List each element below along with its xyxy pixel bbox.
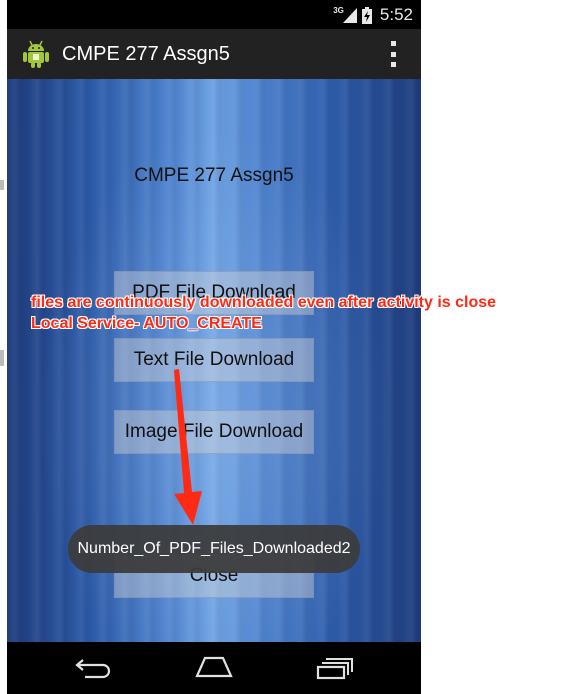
action-bar: CMPE 277 Assgn5	[7, 29, 421, 79]
status-bar: 3G 5:52	[7, 0, 421, 29]
navigation-bar	[7, 642, 421, 694]
image-download-button[interactable]: Image File Download	[114, 410, 314, 454]
app-title: CMPE 277 Assgn5	[62, 42, 230, 65]
annotation-line-1: files are continuously downloaded even a…	[31, 294, 497, 311]
overflow-menu-icon[interactable]	[391, 41, 397, 67]
recents-icon[interactable]	[316, 654, 356, 680]
page-heading: CMPE 277 Assgn5	[134, 165, 294, 186]
annotation-text: files are continuously downloaded even a…	[31, 292, 496, 334]
phone-screen: 3G 5:52 CMPE 277 Assgn5 CMPE 277 Assgn5 …	[7, 0, 421, 694]
annotation-line-2: Local Service- AUTO_CREATE	[31, 315, 262, 332]
signal-icon	[342, 7, 357, 23]
home-icon[interactable]	[193, 654, 235, 680]
clock: 5:52	[379, 5, 413, 24]
back-icon[interactable]	[73, 654, 113, 680]
battery-icon	[361, 6, 372, 24]
text-download-button[interactable]: Text File Download	[114, 338, 314, 382]
toast-message: Number_Of_PDF_Files_Downloaded2	[68, 525, 360, 573]
network-type: 3G	[333, 5, 344, 15]
left-edge-mark	[0, 180, 4, 190]
left-edge-mark	[0, 350, 4, 366]
android-app-icon	[23, 40, 49, 68]
